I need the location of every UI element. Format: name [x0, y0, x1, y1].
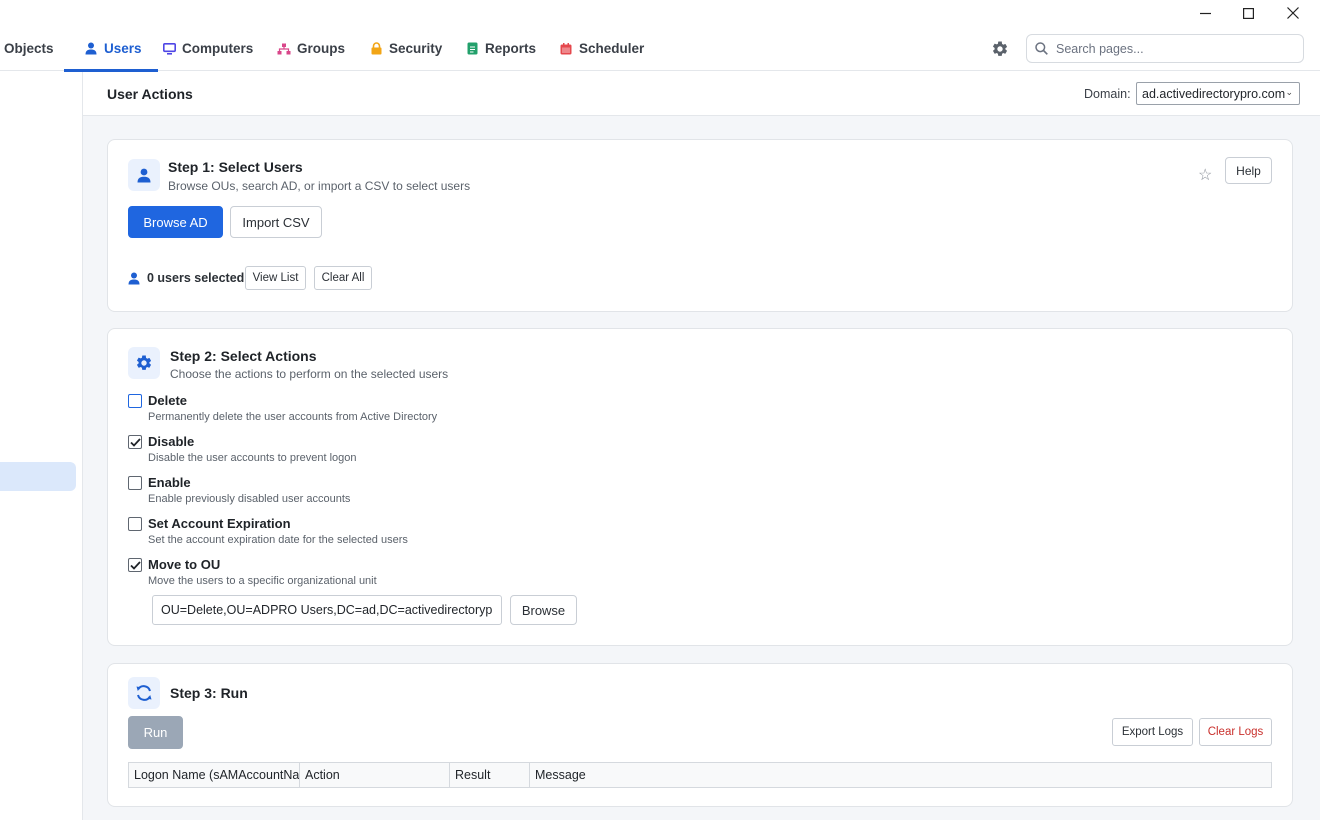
action-desc: Permanently delete the user accounts fro… — [148, 411, 438, 423]
settings-button[interactable] — [988, 37, 1012, 61]
clear-logs-button[interactable]: Clear Logs — [1199, 718, 1272, 746]
log-table-header: Logon Name (sAMAccountName) Action Resul… — [128, 762, 1272, 788]
tab-label: Security — [389, 41, 443, 56]
action-title: Enable — [148, 475, 191, 490]
action-desc: Disable the user accounts to prevent log… — [148, 452, 357, 464]
column-message[interactable]: Message — [530, 763, 1271, 787]
delete-checkbox[interactable] — [128, 394, 142, 408]
step3-title: Step 3: Run — [170, 685, 248, 701]
tab-label: Computers — [182, 41, 254, 56]
action-title: Disable — [148, 434, 195, 449]
help-button[interactable]: Help — [1225, 157, 1272, 184]
domain-select[interactable]: ad.activedirectorypro.com ⌄ — [1136, 82, 1300, 105]
column-result[interactable]: Result — [450, 763, 530, 787]
maximize-icon — [1242, 7, 1254, 19]
action-desc: Set the account expiration date for the … — [148, 534, 408, 546]
gear-icon — [128, 347, 160, 379]
set-expiration-checkbox[interactable] — [128, 517, 142, 531]
tab-computers[interactable]: Computers — [162, 26, 253, 71]
import-csv-button[interactable]: Import CSV — [230, 206, 322, 238]
domain-label: Domain: — [1084, 87, 1131, 101]
tab-label: Users — [104, 41, 142, 56]
refresh-icon — [128, 677, 160, 709]
main-content: User Actions Domain: ad.activedirectoryp… — [83, 72, 1320, 820]
step1-subtitle: Browse OUs, search AD, or import a CSV t… — [168, 179, 471, 193]
page-title: User Actions — [107, 86, 193, 102]
action-desc: Move the users to a specific organizatio… — [148, 575, 377, 587]
report-icon — [465, 42, 479, 56]
step2-subtitle: Choose the actions to perform on the sel… — [170, 367, 449, 381]
ou-path-input[interactable] — [152, 595, 502, 625]
step1-card: Step 1: Select Users Browse OUs, search … — [107, 139, 1293, 312]
maximize-button[interactable] — [1225, 0, 1271, 26]
step3-card: Step 3: Run Run Export Logs Clear Logs L… — [107, 663, 1293, 807]
disable-checkbox[interactable] — [128, 435, 142, 449]
step2-title: Step 2: Select Actions — [170, 348, 317, 364]
groups-icon — [277, 42, 291, 56]
domain-value: ad.activedirectorypro.com — [1142, 86, 1286, 101]
action-title: Delete — [148, 393, 188, 408]
user-icon — [128, 159, 160, 191]
tab-label: Scheduler — [579, 41, 645, 56]
star-icon[interactable]: ☆ — [1198, 165, 1212, 185]
page-header: User Actions Domain: ad.activedirectoryp… — [83, 72, 1320, 116]
top-nav: Objects Users Computers Groups Security … — [0, 26, 1320, 72]
title-bar — [0, 0, 1320, 26]
user-icon — [84, 42, 98, 56]
enable-checkbox[interactable] — [128, 476, 142, 490]
tab-security[interactable]: Security — [369, 26, 442, 71]
step2-card: Step 2: Select Actions Choose the action… — [107, 328, 1293, 646]
user-icon — [128, 272, 140, 284]
browse-ad-button[interactable]: Browse AD — [128, 206, 223, 238]
tab-label: Objects — [4, 41, 54, 56]
minimize-icon — [1199, 12, 1211, 14]
browse-ou-button[interactable]: Browse — [510, 595, 577, 625]
tab-groups[interactable]: Groups — [277, 26, 345, 71]
calendar-icon — [559, 42, 573, 56]
users-selected-text: 0 users selected — [147, 271, 245, 285]
export-logs-button[interactable]: Export Logs — [1112, 718, 1193, 746]
tab-label: Reports — [485, 41, 537, 56]
tab-scheduler[interactable]: Scheduler — [559, 26, 644, 71]
sidebar-item-selected[interactable] — [0, 462, 76, 491]
users-selected: 0 users selected — [128, 271, 244, 285]
lock-icon — [369, 42, 383, 56]
run-button[interactable]: Run — [128, 716, 183, 749]
tab-users[interactable]: Users — [64, 26, 157, 72]
computer-icon — [162, 42, 176, 56]
column-logon-name[interactable]: Logon Name (sAMAccountName) — [129, 763, 300, 787]
chevron-down-icon: ⌄ — [1285, 87, 1293, 97]
close-icon — [1287, 7, 1299, 19]
column-action[interactable]: Action — [300, 763, 450, 787]
sidebar — [0, 72, 83, 820]
tab-reports[interactable]: Reports — [465, 26, 536, 71]
minimize-button[interactable] — [1182, 0, 1228, 26]
step1-title: Step 1: Select Users — [168, 159, 303, 175]
search-box[interactable] — [1026, 34, 1304, 63]
gear-icon — [992, 41, 1008, 56]
move-to-ou-checkbox[interactable] — [128, 558, 142, 572]
action-title: Set Account Expiration — [148, 516, 291, 531]
action-title: Move to OU — [148, 557, 221, 572]
clear-all-button[interactable]: Clear All — [314, 266, 372, 290]
action-desc: Enable previously disabled user accounts — [148, 493, 351, 505]
search-input[interactable] — [1056, 41, 1286, 56]
search-icon — [1035, 42, 1048, 55]
tab-objects[interactable]: Objects — [4, 26, 54, 71]
tab-label: Groups — [297, 41, 346, 56]
close-button[interactable] — [1270, 0, 1316, 26]
view-list-button[interactable]: View List — [245, 266, 306, 290]
